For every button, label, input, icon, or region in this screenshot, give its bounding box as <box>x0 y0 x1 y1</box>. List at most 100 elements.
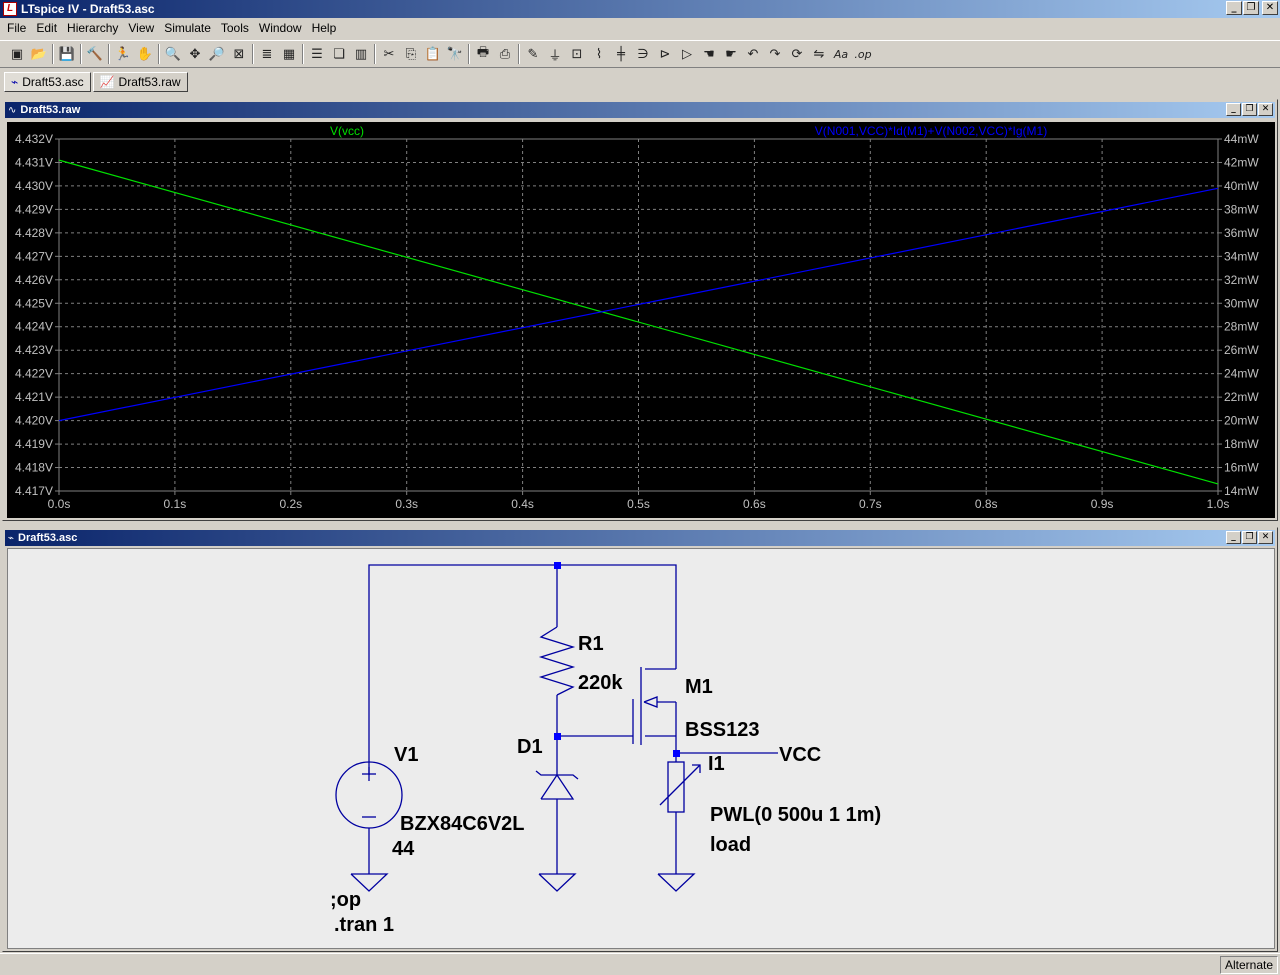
rotate-icon[interactable]: ⟳ <box>786 43 808 65</box>
move-icon[interactable]: ☚ <box>698 43 720 65</box>
label-d1[interactable]: D1 <box>517 736 543 758</box>
diode-icon[interactable]: ⊳ <box>654 43 676 65</box>
y-left-tick-label: 4.421V <box>15 390 53 404</box>
label-net-icon[interactable]: ⊡ <box>566 43 588 65</box>
find-icon[interactable]: 🔭 <box>444 43 466 65</box>
halt-icon[interactable]: ✋ <box>134 43 156 65</box>
cut-icon[interactable]: ✂ <box>378 43 400 65</box>
title-bar: L LTspice IV - Draft53.asc _ ❐ ✕ <box>0 0 1280 18</box>
menu-window[interactable]: Window <box>254 18 307 38</box>
resistor-r1[interactable] <box>538 626 576 696</box>
control-panel-icon[interactable]: 🔨 <box>84 43 106 65</box>
spice-directive-icon[interactable]: .op <box>852 43 874 65</box>
minimize-button[interactable]: _ <box>1226 1 1242 15</box>
label-r1-value[interactable]: 220k <box>578 672 623 694</box>
y-left-tick-label: 4.431V <box>15 155 53 169</box>
label-i1-value2[interactable]: load <box>710 834 751 856</box>
waveform-window: ∿ Draft53.raw _ ❐ ✕ 0.0s 0.1s 0.2s 0.3s 0.4s… <box>2 99 1278 521</box>
cascade-icon[interactable]: ❏ <box>328 43 350 65</box>
ground-icon[interactable]: ⏚ <box>544 43 566 65</box>
pan-icon[interactable]: ✥ <box>184 43 206 65</box>
zener-d1[interactable] <box>540 773 575 800</box>
y-right-tick-label: 38mW <box>1224 202 1259 216</box>
waveform-plot-pane[interactable]: 0.0s 0.1s 0.2s 0.3s 0.4s 0.5s 0.6s 0.7s 0.8s 0.9s… <box>7 122 1275 518</box>
mirror-icon[interactable]: ⇋ <box>808 43 830 65</box>
trace-label-power[interactable]: V(N001,VCC)*Id(M1)+V(N002,VCC)*Ig(M1) <box>815 124 1047 138</box>
zoom-out-icon[interactable]: 🔎 <box>206 43 228 65</box>
toolbar-separator <box>518 44 520 64</box>
copy-icon[interactable]: ⎘ <box>400 43 422 65</box>
redo-icon[interactable]: ↷ <box>764 43 786 65</box>
drag-icon[interactable]: ☛ <box>720 43 742 65</box>
wire-gate[interactable] <box>557 699 634 744</box>
autorange-icon[interactable]: ≣ <box>256 43 278 65</box>
waveform-window-titlebar[interactable]: ∿ Draft53.raw <box>5 102 1275 118</box>
y-right-tick-label: 40mW <box>1224 179 1259 193</box>
label-v1-value[interactable]: BZX84C6V2L <box>400 813 525 835</box>
mosfet-m1-arrow[interactable] <box>643 696 658 708</box>
label-v1-value2[interactable]: 44 <box>392 838 415 860</box>
waveform-restore-button[interactable]: ❐ <box>1242 103 1257 116</box>
zoom-in-icon[interactable]: 🔍 <box>162 43 184 65</box>
open-icon[interactable]: 📂 <box>28 43 50 65</box>
menu-tools[interactable]: Tools <box>216 18 254 38</box>
zoom-fit-icon[interactable]: ⊠ <box>228 43 250 65</box>
menu-file[interactable]: File <box>2 18 31 38</box>
schematic-window-titlebar[interactable]: ⌁ Draft53.asc <box>5 530 1275 546</box>
menu-edit[interactable]: Edit <box>31 18 62 38</box>
restore-button[interactable]: ❐ <box>1243 1 1259 15</box>
trace-label-vcc[interactable]: V(vcc) <box>330 124 364 138</box>
y-left-tick-label: 4.427V <box>15 249 53 263</box>
waveform-close-button[interactable]: ✕ <box>1258 103 1273 116</box>
schematic-minimize-button[interactable]: _ <box>1226 531 1241 544</box>
component-icon[interactable]: ▷ <box>676 43 698 65</box>
inductor-icon[interactable]: ∋ <box>632 43 654 65</box>
waveform-minimize-button[interactable]: _ <box>1226 103 1241 116</box>
tab-draft53-asc[interactable]: ⌁ Draft53.asc <box>4 72 91 92</box>
draw-wire-icon[interactable]: ✎ <box>522 43 544 65</box>
label-m1-value[interactable]: BSS123 <box>685 719 760 741</box>
print-icon[interactable]: ⎙ <box>494 43 516 65</box>
menu-simulate[interactable]: Simulate <box>159 18 216 38</box>
spice-directive-op[interactable]: ;op <box>330 889 361 911</box>
label-i1-value[interactable]: PWL(0 500u 1 1m) <box>710 804 881 826</box>
tab-label: Draft53.raw <box>118 75 181 89</box>
close-button[interactable]: ✕ <box>1262 1 1278 15</box>
tile-horizontal-icon[interactable]: ☰ <box>306 43 328 65</box>
ground-d1[interactable] <box>538 873 577 892</box>
current-source-i1[interactable] <box>667 761 685 813</box>
current-source-i1-arrow[interactable] <box>659 764 701 806</box>
schematic-drawing[interactable]: R1 220k M1 BSS123 D1 V1 BZX84C6V2L 44 I1… <box>8 549 1274 948</box>
toolbar-separator <box>374 44 376 64</box>
print-preview-icon[interactable]: 🖶 <box>472 43 494 65</box>
spice-directive-tran[interactable]: .tran 1 <box>334 914 394 936</box>
menu-help[interactable]: Help <box>307 18 342 38</box>
menu-bar: File Edit Hierarchy View Simulate Tools Window… <box>0 18 1280 38</box>
schematic-restore-button[interactable]: ❐ <box>1242 531 1257 544</box>
label-i1[interactable]: I1 <box>708 753 725 775</box>
waveform-icon: ∿ <box>8 104 17 116</box>
label-m1[interactable]: M1 <box>685 676 713 698</box>
menu-hierarchy[interactable]: Hierarchy <box>62 18 123 38</box>
label-vcc-net[interactable]: VCC <box>779 744 821 766</box>
waveform-chart[interactable]: 0.0s 0.1s 0.2s 0.3s 0.4s 0.5s 0.6s 0.7s 0.8s 0.9s… <box>7 122 1275 518</box>
ground-i1[interactable] <box>657 873 696 892</box>
schematic-canvas[interactable]: R1 220k M1 BSS123 D1 V1 BZX84C6V2L 44 I1… <box>7 548 1275 949</box>
paste-icon[interactable]: 📋 <box>422 43 444 65</box>
label-r1[interactable]: R1 <box>578 633 604 655</box>
new-schematic-icon[interactable]: ▣ <box>6 43 28 65</box>
label-v1[interactable]: V1 <box>394 744 418 766</box>
y-left-tick-label: 4.426V <box>15 273 53 287</box>
text-icon[interactable]: Aa <box>830 43 852 65</box>
grid-icon[interactable]: ▦ <box>278 43 300 65</box>
tile-vertical-icon[interactable]: ▥ <box>350 43 372 65</box>
run-icon[interactable]: 🏃 <box>112 43 134 65</box>
tab-draft53-raw[interactable]: 📈 Draft53.raw <box>92 72 188 92</box>
wire-top-drain[interactable] <box>557 564 677 669</box>
menu-view[interactable]: View <box>123 18 159 38</box>
capacitor-icon[interactable]: ╪ <box>610 43 632 65</box>
schematic-close-button[interactable]: ✕ <box>1258 531 1273 544</box>
undo-icon[interactable]: ↶ <box>742 43 764 65</box>
save-icon[interactable]: 💾 <box>56 43 78 65</box>
resistor-icon[interactable]: ⌇ <box>588 43 610 65</box>
